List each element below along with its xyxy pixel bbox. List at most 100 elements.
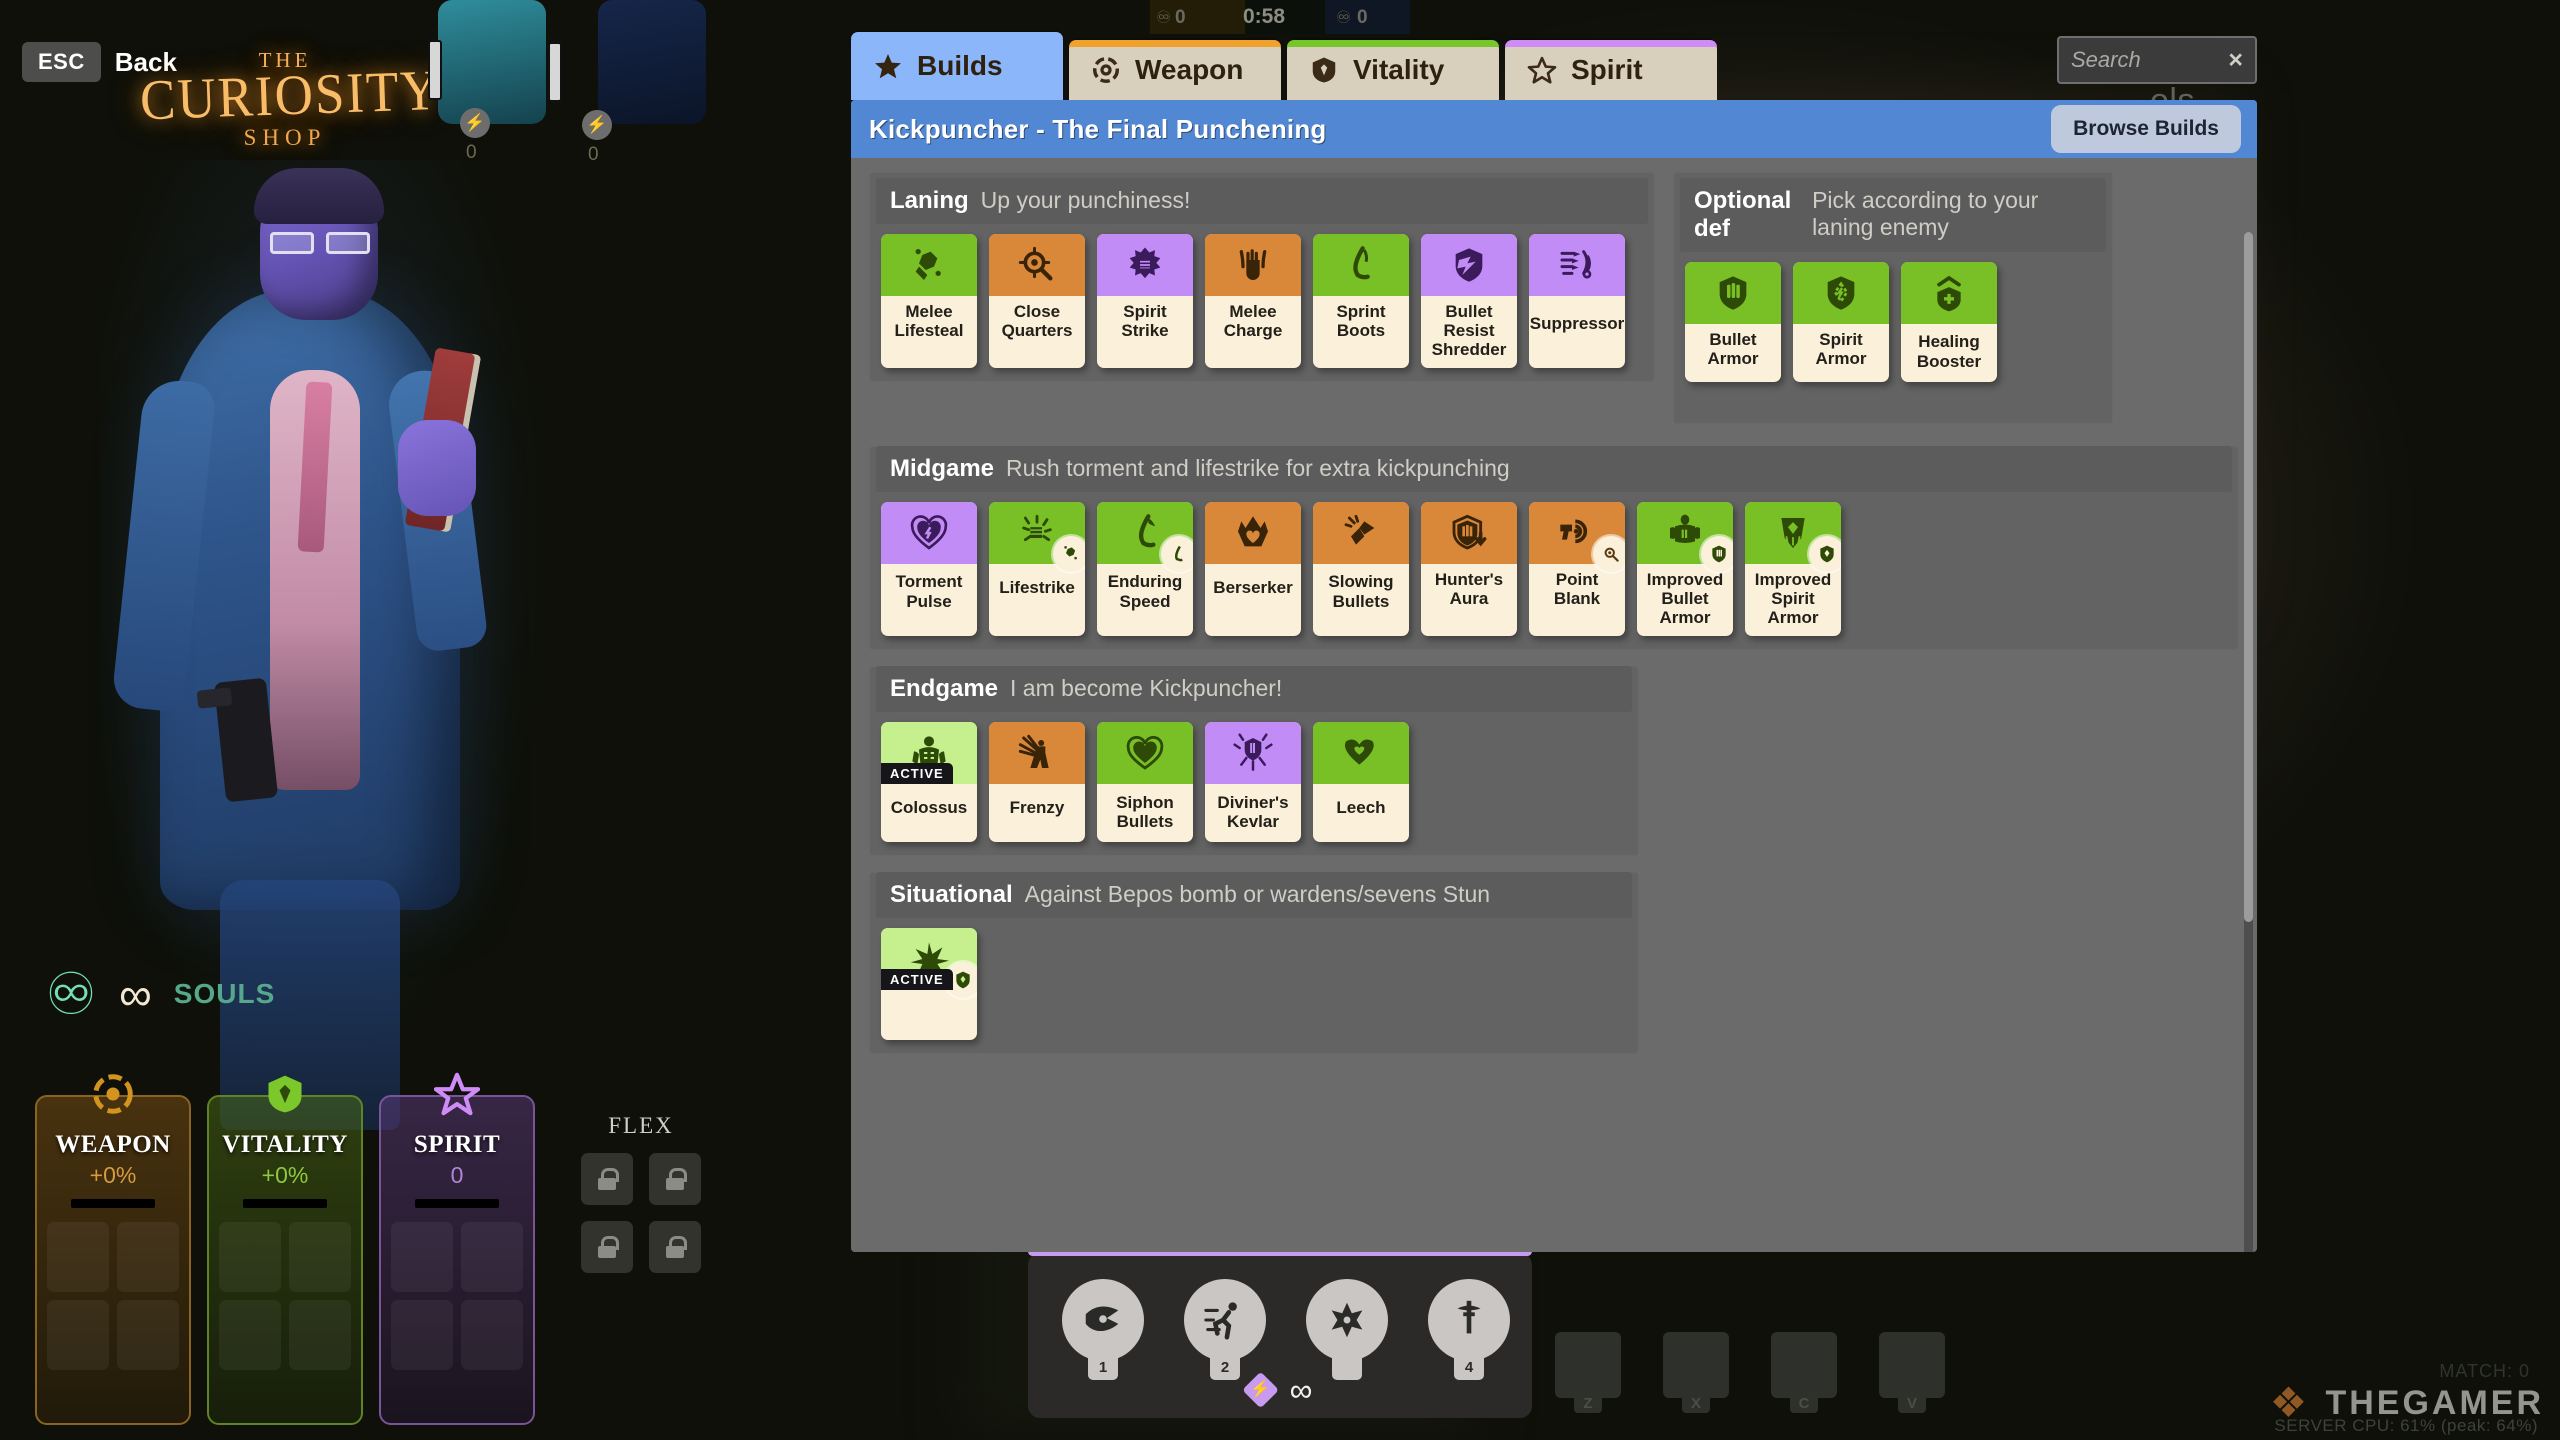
active-item-slot[interactable]: C [1771,1332,1837,1413]
build-item[interactable]: Torment Pulse [881,502,977,637]
build-item[interactable]: Frenzy [989,722,1085,843]
build-item[interactable]: Berserker [1205,502,1301,637]
item-grid: ACTIVE [869,928,1639,1041]
shop-scrollbar[interactable] [2244,232,2253,1252]
tab-weapon[interactable]: Weapon [1069,40,1281,100]
item-label: Improved Spirit Armor [1754,570,1832,628]
scrollbar-thumb[interactable] [2244,232,2253,922]
ability-key: 1 [1088,1358,1118,1380]
build-item[interactable]: Healing Booster [1901,262,1997,382]
item-slot-empty[interactable] [47,1222,109,1292]
build-item[interactable]: Improved Spirit Armor [1745,502,1841,637]
build-item[interactable]: Improved Bullet Armor [1637,502,1733,637]
winged-boot-icon [1097,502,1193,572]
active-item-slot[interactable]: X [1663,1332,1729,1413]
stat-value: 0 [450,1162,464,1188]
build-scroll-area[interactable]: Laning Up your punchiness! Melee Lifeste… [851,158,2257,1252]
stat-value: +0% [261,1162,309,1188]
ally-soul-count: 0 [588,144,599,165]
build-item[interactable]: Leech [1313,722,1409,843]
flex-slot-locked[interactable] [649,1221,701,1273]
build-item[interactable]: Bullet Resist Shredder [1421,234,1517,369]
ability-slot-2[interactable]: 2 [1184,1279,1266,1380]
browse-builds-button[interactable]: Browse Builds [2051,105,2241,153]
ability-slot-3[interactable] [1306,1279,1388,1380]
stat-column-weapon[interactable]: WEAPON +0% [35,1074,191,1425]
active-item-slot[interactable]: V [1879,1332,1945,1413]
ally-soul-icon: ⚡ [582,110,612,140]
section-header: Optional def Pick according to your lani… [1680,178,2106,252]
item-slot-empty[interactable] [219,1222,281,1292]
item-slot-empty[interactable] [117,1222,179,1292]
slow-bullet-icon [1313,502,1409,564]
search-box[interactable]: Search × [2057,36,2257,84]
build-item[interactable]: Point Blank [1529,502,1625,637]
section-description: I am become Kickpuncher! [1010,675,1283,702]
build-item[interactable]: Siphon Bullets [1097,722,1193,843]
item-slot-empty[interactable] [47,1300,109,1370]
tab-label: Vitality [1353,54,1445,85]
build-item[interactable]: Melee Charge [1205,234,1301,369]
fist-burst-icon [1097,234,1193,296]
hero-hand [398,420,476,516]
shield-spirit-icon [1793,262,1889,324]
build-item[interactable]: ACTIVE [881,928,977,1041]
build-item[interactable]: Sprint Boots [1313,234,1409,369]
build-item[interactable]: Bullet Armor [1685,262,1781,382]
flex-slot-locked[interactable] [581,1221,633,1273]
item-label: Healing Booster [1916,332,1982,371]
flex-slot-locked[interactable] [649,1153,701,1205]
build-sections: Laning Up your punchiness! Melee Lifeste… [851,158,2257,1055]
souls-label: SOULS [173,978,276,1009]
section-name: Endgame [890,675,999,703]
tab-vitality[interactable]: Vitality [1287,40,1499,100]
tab-spirit[interactable]: Spirit [1505,40,1717,100]
ability-slot-4[interactable]: 4 [1428,1279,1510,1380]
build-item[interactable]: ACTIVE Colossus [881,722,977,843]
fist-impact-icon [989,502,1085,572]
item-slot-empty[interactable] [117,1300,179,1370]
build-item[interactable]: Spirit Armor [1793,262,1889,382]
item-slot-empty[interactable] [461,1222,523,1292]
game-screen: ols ESC Back THE CURIOSITY SHOP ⚡ ⚡ 0 0 [0,0,2560,1440]
heart-siphon-icon [1097,722,1193,785]
stat-column-vitality[interactable]: VITALITY +0% [207,1075,363,1425]
tab-builds[interactable]: Builds [851,32,1063,100]
bullet-waves-icon [1529,234,1625,296]
close-icon[interactable]: × [2228,46,2243,75]
item-slot-empty[interactable] [391,1222,453,1292]
item-slot-empty[interactable] [289,1222,351,1292]
shield-break-icon [1421,234,1517,296]
build-item[interactable]: Lifestrike [989,502,1085,637]
item-slot-empty[interactable] [391,1300,453,1370]
flex-slot-grid [581,1153,701,1273]
component-icon [1701,536,1733,572]
build-item[interactable]: Slowing Bullets [1313,502,1409,637]
flex-slot-locked[interactable] [581,1153,633,1205]
section-name: Optional def [1694,187,1792,242]
build-title: Kickpuncher - The Final Punchening [869,113,1327,144]
status-badge: ACTIVE [881,763,953,785]
component-icon [1809,536,1841,572]
item-grid: Melee Lifesteal Close Quarters Spirit St… [869,234,1655,369]
build-item[interactable]: Diviner's Kevlar [1205,722,1301,843]
item-label: Leech [1336,798,1386,818]
build-item[interactable]: Melee Lifesteal [881,234,977,369]
giant-figure-icon: ACTIVE [881,722,977,785]
status-badge: ACTIVE [881,969,953,991]
search-input[interactable]: Search [2071,47,2141,73]
stat-column-spirit[interactable]: SPIRIT 0 [379,1072,535,1425]
ability-slot-1[interactable]: 1 [1062,1279,1144,1380]
lock-icon [666,1236,687,1258]
build-item[interactable]: Close Quarters [989,234,1085,369]
build-item[interactable]: Suppressor [1529,234,1625,369]
build-item[interactable]: Spirit Strike [1097,234,1193,369]
item-slot-empty[interactable] [461,1300,523,1370]
build-item[interactable]: Enduring Speed [1097,502,1193,637]
ability-key: 4 [1454,1358,1484,1380]
item-slot-empty[interactable] [219,1300,281,1370]
heart-spikes-icon [1205,502,1301,564]
active-item-slot[interactable]: Z [1555,1332,1621,1413]
item-slot-empty[interactable] [289,1300,351,1370]
build-item[interactable]: Hunter's Aura [1421,502,1517,637]
